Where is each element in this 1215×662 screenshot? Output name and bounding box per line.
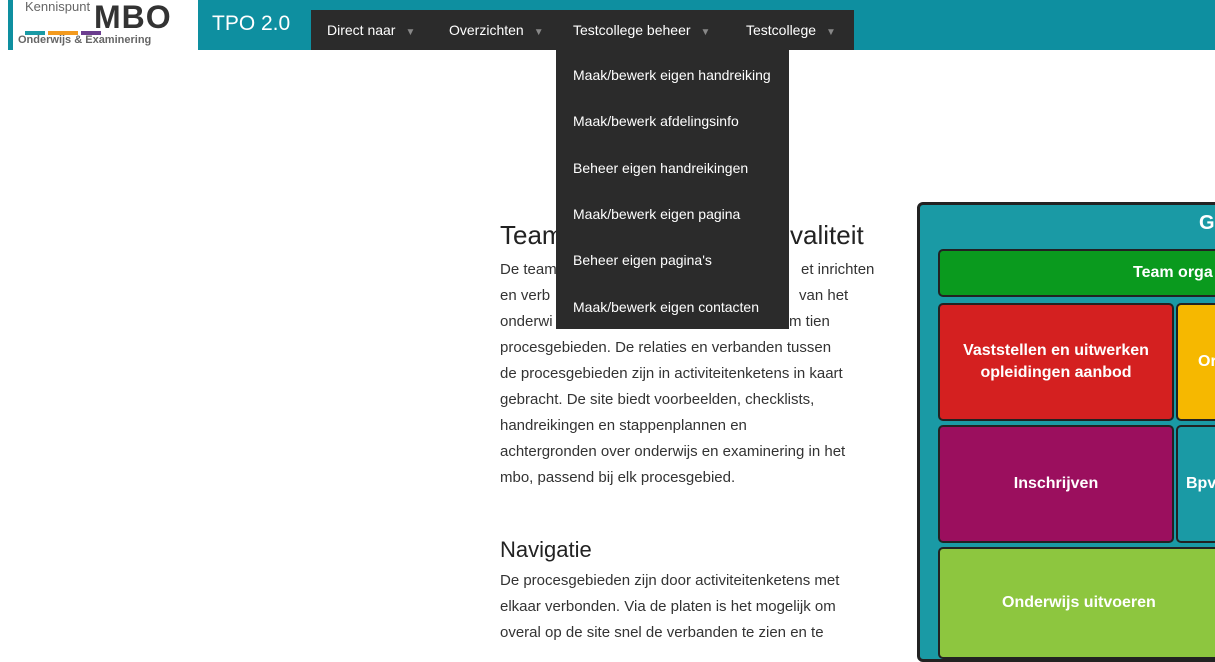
logo-mbo-text: MBO bbox=[94, 0, 172, 35]
menu-item-eigen-handreiking[interactable]: Maak/bewerk eigen handreiking bbox=[573, 65, 771, 85]
caret-down-icon: ▼ bbox=[405, 27, 416, 38]
diagram-title: G bbox=[1199, 212, 1215, 234]
navigatie-line-1: De procesgebieden zijn door activiteiten… bbox=[500, 572, 840, 589]
navigatie-heading: Navigatie bbox=[500, 537, 592, 562]
testcollege-beheer-dropdown: Maak/bewerk eigen handreiking Maak/bewer… bbox=[556, 50, 789, 329]
intro-line-7: handreikingen en stappenplannen en bbox=[500, 417, 747, 434]
intro-line-8: achtergronden over onderwijs en examiner… bbox=[500, 443, 846, 460]
block-label: Vaststellen en uitwerken opleidingen aan… bbox=[963, 342, 1149, 381]
menu-item-eigen-pagina[interactable]: Maak/bewerk eigen pagina bbox=[573, 204, 740, 224]
page-heading-tail: valiteit bbox=[790, 220, 864, 250]
nav-item-label: Testcollege beheer bbox=[573, 22, 691, 38]
intro-line-4: procesgebieden. De relaties en verbanden… bbox=[500, 339, 832, 356]
menu-item-eigen-contacten[interactable]: Maak/bewerk eigen contacten bbox=[573, 297, 759, 317]
block-vaststellen-opleidingen[interactable]: Vaststellen en uitwerken opleidingen aan… bbox=[938, 303, 1174, 421]
navigatie-line-3: overal op de site snel de verbanden te z… bbox=[500, 624, 824, 641]
intro-line-5: de procesgebieden zijn in activiteitenke… bbox=[500, 365, 843, 382]
page-heading: Team bbox=[500, 218, 564, 252]
text-fragment: De team bbox=[500, 261, 557, 278]
nav-item-label: Direct naar bbox=[327, 22, 396, 38]
nav-item-testcollege[interactable]: Testcollege ▼ bbox=[746, 10, 836, 50]
text-fragment: onderwi bbox=[500, 313, 553, 330]
logo-edge bbox=[8, 0, 13, 50]
logo-subtitle: Onderwijs & Examinering bbox=[18, 34, 152, 46]
block-label: Or bbox=[1198, 353, 1215, 370]
navigatie-line-2: elkaar verbonden. Via de platen is het m… bbox=[500, 598, 836, 615]
text-fragment: van het bbox=[799, 287, 849, 304]
nav-item-testcollege-beheer[interactable]: Testcollege beheer ▼ bbox=[573, 10, 710, 50]
text-fragment: en verb bbox=[500, 287, 551, 304]
logo-kennispunt-text: Kennispunt bbox=[25, 0, 91, 14]
intro-line-6: gebracht. De site biedt voorbeelden, che… bbox=[500, 391, 815, 408]
menu-item-afdelingsinfo[interactable]: Maak/bewerk afdelingsinfo bbox=[573, 111, 739, 131]
menu-item-beheer-paginas[interactable]: Beheer eigen pagina's bbox=[573, 250, 712, 270]
nav-item-label: Overzichten bbox=[449, 22, 524, 38]
caret-down-icon: ▼ bbox=[700, 27, 711, 38]
block-label: Team orga bbox=[1133, 264, 1213, 281]
nav-item-direct-naar[interactable]: Direct naar ▼ bbox=[327, 10, 415, 50]
block-label: Bpv bbox=[1186, 475, 1215, 492]
text-fragment: m tien bbox=[789, 313, 830, 330]
caret-down-icon: ▼ bbox=[826, 27, 836, 38]
block-label: Onderwijs uitvoeren bbox=[1002, 594, 1156, 611]
text-fragment: et inrichten bbox=[801, 261, 875, 278]
logo[interactable]: Kennispunt MBO Onderwijs & Examinering bbox=[8, 0, 204, 50]
main-nav: Direct naar ▼ Overzichten ▼ Testcollege be… bbox=[311, 10, 854, 50]
block-or[interactable]: Or bbox=[1176, 303, 1215, 421]
brand-title[interactable]: TPO 2.0 bbox=[212, 12, 290, 36]
block-bpv[interactable]: Bpv bbox=[1176, 425, 1215, 543]
block-team-organisatie[interactable]: Team orga bbox=[938, 249, 1215, 297]
block-inschrijven[interactable]: Inschrijven bbox=[938, 425, 1174, 543]
nav-item-label: Testcollege bbox=[746, 22, 817, 38]
menu-item-beheer-handreikingen[interactable]: Beheer eigen handreikingen bbox=[573, 158, 748, 178]
block-label: Inschrijven bbox=[1013, 475, 1099, 492]
nav-item-overzichten[interactable]: Overzichten ▼ bbox=[449, 10, 544, 50]
intro-line-9: mbo, passend bij elk procesgebied. bbox=[500, 469, 736, 486]
block-onderwijs-uitvoeren[interactable]: Onderwijs uitvoeren bbox=[938, 547, 1215, 659]
page-heading-left: Team bbox=[500, 220, 564, 250]
caret-down-icon: ▼ bbox=[533, 27, 544, 38]
